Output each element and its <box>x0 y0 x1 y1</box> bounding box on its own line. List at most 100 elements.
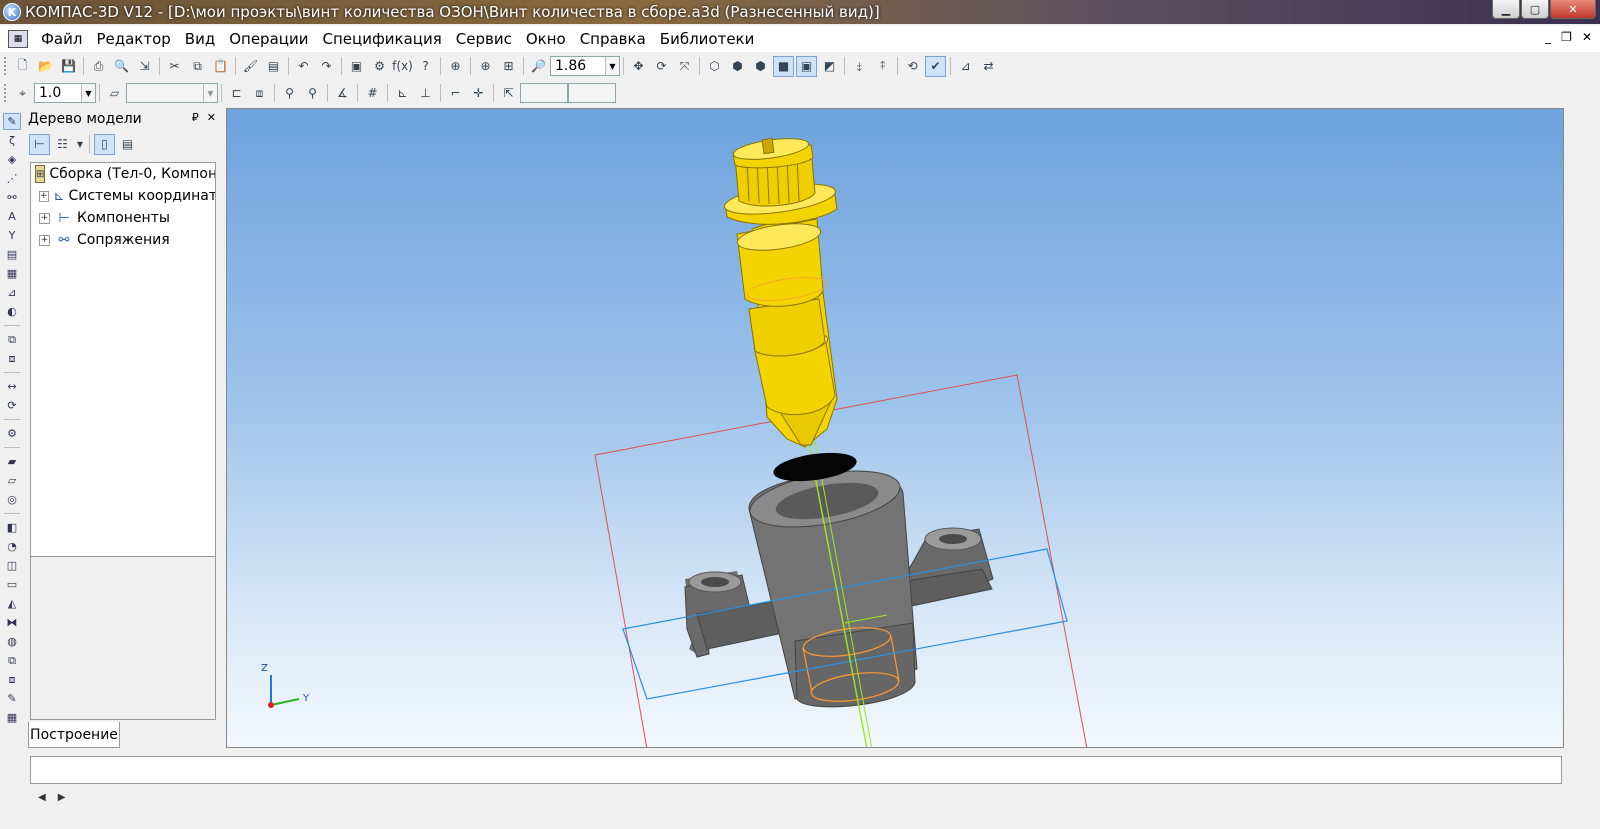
filter-selection-icon[interactable]: Y <box>3 227 21 244</box>
menu-view[interactable]: Вид <box>178 30 222 48</box>
edit-component-icon[interactable]: ⧈ <box>249 83 270 104</box>
close-button[interactable]: ✕ <box>1550 0 1596 19</box>
snap-icon[interactable]: ⤉ <box>872 56 893 77</box>
move-component-icon[interactable]: ↔ <box>3 378 21 395</box>
library-icon[interactable]: ⚙ <box>369 56 390 77</box>
tree-properties-icon[interactable]: ▤ <box>117 134 138 155</box>
round-icon[interactable]: ⌐ <box>445 83 466 104</box>
cut-extrude-icon[interactable]: ▱ <box>3 472 21 489</box>
grid-icon[interactable]: # <box>362 83 383 104</box>
3d-viewport[interactable]: Z Y <box>226 108 1564 748</box>
housing-part[interactable] <box>684 461 994 708</box>
chevron-down-icon[interactable]: ▼ <box>605 57 619 75</box>
menu-libraries[interactable]: Библиотеки <box>653 30 762 48</box>
new-document-icon[interactable]: 🗋 <box>12 56 33 77</box>
shaded-icon[interactable]: ■ <box>773 55 794 77</box>
tree-document-icon[interactable]: ▯ <box>94 133 115 155</box>
tree-structure-icon[interactable]: ⊢ <box>29 133 50 155</box>
variables-icon[interactable]: f(x) <box>392 56 413 77</box>
section-icon[interactable]: ◧ <box>3 519 21 536</box>
tree-view-mode-icon[interactable]: ☷ <box>52 134 73 155</box>
pan-icon[interactable]: ✥ <box>628 56 649 77</box>
maximize-button[interactable]: ▢ <box>1521 0 1549 19</box>
chevron-down-icon[interactable]: ▼ <box>203 84 217 102</box>
unlink-icon[interactable]: ⚲ <box>302 83 323 104</box>
close-icon[interactable]: ✕ <box>207 111 216 124</box>
spatial-curves-icon[interactable]: ζ <box>3 132 21 149</box>
expand-icon[interactable]: + <box>39 190 49 202</box>
shell-icon[interactable]: ▭ <box>3 576 21 593</box>
reports-icon[interactable]: ▦ <box>3 265 21 282</box>
format-brush-icon[interactable]: 🖌 <box>240 56 261 77</box>
menu-specification[interactable]: Спецификация <box>315 30 448 48</box>
status-next-icon[interactable]: ▶ <box>58 792 66 803</box>
chevron-down-icon[interactable]: ▼ <box>75 134 85 155</box>
mdi-minimize-button[interactable]: _ <box>1545 30 1551 44</box>
filter-icon[interactable]: ⤈ <box>849 56 870 77</box>
pin-icon[interactable]: ₽ <box>192 111 199 124</box>
measure-icon[interactable]: ⊿ <box>955 56 976 77</box>
coord-x-field[interactable] <box>520 83 568 103</box>
edit-assembly-icon[interactable]: ✎ <box>3 113 21 130</box>
kompas-app-icon[interactable]: K <box>3 3 21 21</box>
angle-icon[interactable]: ∡ <box>332 83 353 104</box>
print-preview-icon[interactable]: 🔍 <box>111 56 132 77</box>
create-component-icon[interactable]: ⧈ <box>3 350 21 367</box>
tree-row-mates[interactable]: + ⚯ Сопряжения <box>31 229 215 251</box>
local-cs-icon[interactable]: ⊾ <box>392 83 413 104</box>
mdi-restore-button[interactable]: ❐ <box>1561 30 1572 44</box>
tree-row-root[interactable]: ⊞ Сборка (Тел-0, Компоненты-3) <box>31 163 215 185</box>
zoom-window-icon[interactable]: ⊕ <box>445 56 466 77</box>
material-icon[interactable]: ▦ <box>3 709 21 726</box>
thin-hidden-icon[interactable]: ⬢ <box>750 56 771 77</box>
minimize-button[interactable]: ▁ <box>1492 0 1520 19</box>
toolbar-grip[interactable] <box>4 57 8 75</box>
cut-icon[interactable]: ✂ <box>164 56 185 77</box>
rib-icon[interactable]: ◭ <box>3 595 21 612</box>
open-folder-icon[interactable]: 📂 <box>35 56 56 77</box>
undo-icon[interactable]: ↶ <box>293 56 314 77</box>
layer-icon[interactable]: ▱ <box>104 83 125 104</box>
redo-icon[interactable]: ↷ <box>316 56 337 77</box>
mirror-icon[interactable]: ⧓ <box>3 614 21 631</box>
layer-combo[interactable]: ▼ <box>126 83 218 103</box>
add-component-icon[interactable]: ⧉ <box>3 331 21 348</box>
zoom-combo[interactable]: 1.86 ▼ <box>550 56 620 76</box>
export-icon[interactable]: ⇲ <box>134 56 155 77</box>
menu-help[interactable]: Справка <box>573 30 653 48</box>
chevron-down-icon[interactable]: ▼ <box>81 84 95 102</box>
sketch-icon[interactable]: ⊏ <box>226 83 247 104</box>
menu-editor[interactable]: Редактор <box>89 30 177 48</box>
status-prev-icon[interactable]: ◀ <box>38 792 46 803</box>
fillet-icon[interactable]: ◔ <box>3 538 21 555</box>
refresh-icon[interactable]: ⇄ <box>978 56 999 77</box>
thread-icon[interactable]: ◍ <box>3 633 21 650</box>
arrays-icon[interactable]: ⋰ <box>3 170 21 187</box>
link-icon[interactable]: ⚲ <box>279 83 300 104</box>
step-combo[interactable]: 1.0 ▼ <box>34 83 96 103</box>
dimensions-icon[interactable]: A <box>3 208 21 225</box>
copy-icon[interactable]: ⧉ <box>187 56 208 77</box>
shaded-edges-icon[interactable]: ▣ <box>796 55 817 77</box>
save-icon[interactable]: 💾 <box>58 56 79 77</box>
toolbar-grip[interactable] <box>4 84 8 102</box>
rebuild-icon[interactable]: ⟲ <box>902 56 923 77</box>
standard-products-icon[interactable]: ⚙ <box>3 425 21 442</box>
menu-file[interactable]: Файл <box>34 30 89 48</box>
menu-service[interactable]: Сервис <box>449 30 519 48</box>
check-icon[interactable]: ✔ <box>925 55 946 77</box>
paste-icon[interactable]: 📋 <box>210 56 231 77</box>
coordinates-icon[interactable]: ✛ <box>468 83 489 104</box>
rotate-icon[interactable]: ⟳ <box>651 56 672 77</box>
zoom-icon[interactable]: 🔎 <box>528 56 549 77</box>
wireframe-icon[interactable]: ⬡ <box>704 56 725 77</box>
menu-window[interactable]: Окно <box>519 30 573 48</box>
cursor-step-icon[interactable]: ⌖ <box>12 83 33 104</box>
expand-icon[interactable]: + <box>39 234 50 246</box>
hidden-lines-icon[interactable]: ⬢ <box>727 56 748 77</box>
measure-panel-icon[interactable]: ⊿ <box>3 284 21 301</box>
print-icon[interactable]: ⎙ <box>88 56 109 77</box>
tree-row-coordinate-systems[interactable]: + ⊾ Системы координат <box>31 185 215 207</box>
perspective-icon[interactable]: ◩ <box>819 56 840 77</box>
expand-icon[interactable]: + <box>39 212 50 224</box>
